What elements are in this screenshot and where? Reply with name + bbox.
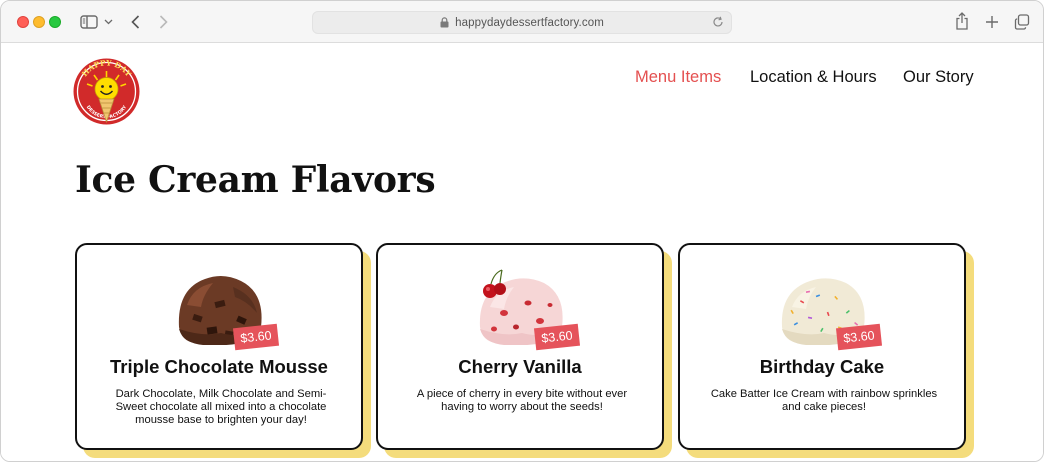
nav-location-hours[interactable]: Location & Hours [750, 68, 877, 88]
tab-overview-icon[interactable] [1013, 12, 1031, 32]
price-tag: $3.60 [232, 323, 280, 351]
flavor-description: Cake Batter Ice Cream with rainbow sprin… [710, 388, 938, 413]
close-window-button[interactable] [17, 16, 29, 28]
flavor-name: Cherry Vanilla [458, 356, 582, 377]
back-arrow-icon[interactable] [127, 12, 143, 32]
nav-our-story[interactable]: Our Story [903, 68, 974, 88]
flavor-name: Birthday Cake [759, 356, 885, 377]
zoom-window-button[interactable] [49, 16, 61, 28]
flavor-card-body[interactable]: $3.60 Birthday Cake Cake Batter Ice Crea… [678, 243, 966, 450]
flavor-card[interactable]: $3.60 Cherry Vanilla A piece of cherry i… [376, 243, 672, 458]
flavor-card-body[interactable]: $3.60 Cherry Vanilla A piece of cherry i… [376, 243, 664, 450]
flavor-card-body[interactable]: $3.60 Triple Chocolate Mousse Dark Choco… [75, 243, 363, 450]
price-tag: $3.60 [533, 323, 581, 351]
page-title: Ice Cream Flavors [75, 159, 436, 201]
minimize-window-button[interactable] [33, 16, 45, 28]
flavor-name: Triple Chocolate Mousse [110, 356, 328, 377]
forward-arrow-icon[interactable] [155, 12, 171, 32]
share-icon[interactable] [953, 11, 971, 31]
new-tab-plus-icon[interactable] [983, 12, 1001, 32]
address-bar[interactable]: happydaydessertfactory.com [312, 11, 732, 34]
happy-day-logo[interactable]: HAPPY DAY DESSERT FACTORY [73, 56, 140, 128]
price-tag: $3.60 [835, 323, 883, 351]
chevron-down-icon[interactable] [102, 12, 114, 32]
flavor-card[interactable]: $3.60 Birthday Cake Cake Batter Ice Crea… [678, 243, 974, 458]
flavor-description: A piece of cherry in every bite without … [416, 388, 628, 413]
reload-icon[interactable] [711, 15, 725, 29]
sidebar-toggle-icon[interactable] [79, 12, 99, 32]
flavor-description: Dark Chocolate, Milk Chocolate and Semi-… [115, 388, 327, 426]
browser-toolbar: happydaydessertfactory.com [1, 1, 1043, 43]
lock-icon [440, 17, 449, 28]
web-page: HAPPY DAY DESSERT FACTORY Menu Items Loc… [1, 44, 1043, 461]
nav-menu-items[interactable]: Menu Items [635, 68, 721, 88]
url-text: happydaydessertfactory.com [455, 16, 604, 29]
flavor-card[interactable]: $3.60 Triple Chocolate Mousse Dark Choco… [75, 243, 371, 458]
browser-window: happydaydessertfactory.com HAPPY DAY DES… [0, 0, 1044, 462]
